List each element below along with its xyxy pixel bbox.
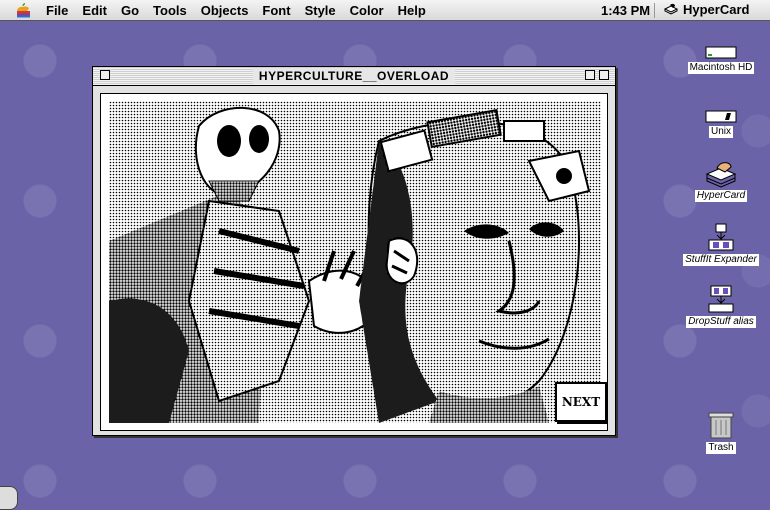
menu-bar: File Edit Go Tools Objects Font Style Co… <box>0 0 770 21</box>
disk-icon <box>705 110 737 123</box>
trash-icon <box>708 412 734 439</box>
apple-menu-icon[interactable] <box>14 2 32 18</box>
menu-file[interactable]: File <box>46 2 68 19</box>
stack-window: HYPERCULTURE__OVERLOAD NEXT <box>92 66 616 436</box>
menu-tools[interactable]: Tools <box>153 2 187 19</box>
menu-help[interactable]: Help <box>398 2 426 19</box>
desktop-icon-label: HyperCard <box>694 190 748 202</box>
hard-disk-icon <box>705 46 737 59</box>
desktop-icon-label: DropStuff alias <box>686 316 756 328</box>
desktop-icon-label: Trash <box>706 442 736 454</box>
desktop-icon-dropstuff-alias[interactable]: DropStuff alias <box>676 284 766 328</box>
zoom-box-icon[interactable] <box>585 70 595 80</box>
collapse-box-icon[interactable] <box>599 70 609 80</box>
stuffit-icon <box>708 223 734 251</box>
cyberpunk-illustration <box>109 101 601 423</box>
desktop-icon-label: Macintosh HD <box>687 62 755 74</box>
hypercard-app-icon <box>664 3 678 15</box>
next-button[interactable]: NEXT <box>555 382 607 422</box>
menu-color[interactable]: Color <box>350 2 384 19</box>
menu-style[interactable]: Style <box>305 2 336 19</box>
menubar-clock[interactable]: 1:43 PM <box>601 2 650 19</box>
desktop-icon-label: Unix <box>708 126 733 138</box>
menubar-separator <box>654 3 655 18</box>
menu-go[interactable]: Go <box>121 2 139 19</box>
control-strip-tab[interactable] <box>0 486 18 510</box>
desktop-icon-label: StuffIt Expander <box>683 254 759 266</box>
close-box-icon[interactable] <box>100 70 110 80</box>
dropstuff-icon <box>708 285 734 313</box>
menu-font[interactable]: Font <box>262 2 290 19</box>
desktop-icon-macintosh-hd[interactable]: Macintosh HD <box>686 46 756 74</box>
desktop-icon-hypercard[interactable]: HyperCard <box>686 160 756 202</box>
application-menu-label: HyperCard <box>683 2 750 17</box>
menu-edit[interactable]: Edit <box>82 2 107 19</box>
window-title: HYPERCULTURE__OVERLOAD <box>252 68 456 84</box>
application-menu[interactable]: HyperCard <box>664 2 749 17</box>
desktop-icon-unix[interactable]: Unix <box>686 110 756 138</box>
card-area: NEXT <box>100 93 608 431</box>
window-title-bar[interactable]: HYPERCULTURE__OVERLOAD <box>93 67 615 86</box>
desktop-icon-trash[interactable]: Trash <box>696 410 746 454</box>
desktop-icon-stuffit-expander[interactable]: StuffIt Expander <box>676 222 766 266</box>
hypercard-app-icon <box>705 162 737 188</box>
menu-objects[interactable]: Objects <box>201 2 249 19</box>
